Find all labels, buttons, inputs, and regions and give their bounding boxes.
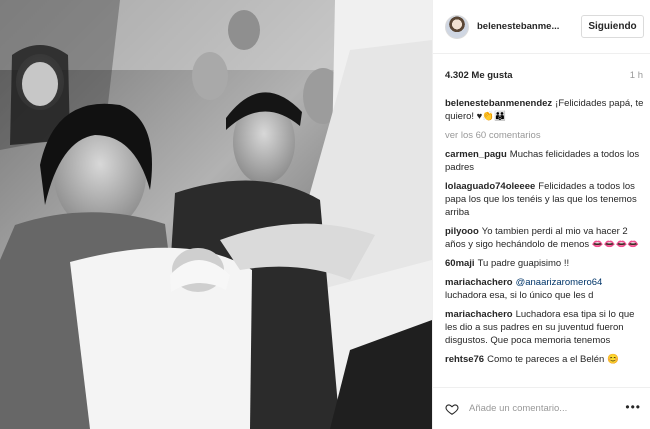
comment-username[interactable]: rehtse76 bbox=[445, 354, 484, 365]
comment-username[interactable]: 60maji bbox=[445, 258, 475, 269]
comment-footer: Añade un comentario... ••• bbox=[433, 387, 650, 429]
comment-username[interactable]: mariachachero bbox=[445, 277, 513, 288]
comment-item: 60maji Tu padre guapisimo !! bbox=[445, 257, 645, 270]
comments-list: belenestebanmenendez ¡Felicidades papá, t… bbox=[445, 97, 645, 372]
caption: belenestebanmenendez ¡Felicidades papá, t… bbox=[445, 97, 645, 123]
comment-text: Tu padre guapisimo !! bbox=[477, 258, 570, 269]
comment-username[interactable]: mariachachero bbox=[445, 309, 513, 320]
comment-item: mariachachero @anaarizaromero64 luchadora … bbox=[445, 276, 645, 302]
profile-username[interactable]: belenestebanme... bbox=[477, 21, 570, 32]
family-baptism-photo bbox=[0, 0, 432, 429]
comment-item: rehtse76 Como te pareces a el Belén 😊 bbox=[445, 353, 645, 366]
comment-item: carmen_pagu Muchas felicidades a todos lo… bbox=[445, 148, 645, 174]
post-photo[interactable] bbox=[0, 0, 432, 429]
post-header: belenestebanme... Siguiendo bbox=[433, 0, 650, 54]
following-button[interactable]: Siguiendo bbox=[581, 15, 644, 38]
add-comment-input[interactable]: Añade un comentario... bbox=[469, 403, 650, 414]
comment-text: luchadora esa, si lo único que les d bbox=[445, 290, 594, 301]
likes-count[interactable]: 4.302 Me gusta bbox=[445, 70, 513, 81]
comment-username[interactable]: pilyooo bbox=[445, 226, 479, 237]
avatar[interactable] bbox=[445, 14, 469, 39]
heart-icon[interactable] bbox=[445, 402, 459, 416]
comment-username[interactable]: carmen_pagu bbox=[445, 149, 507, 160]
comment-username[interactable]: belenestebanmenendez bbox=[445, 98, 552, 109]
comment-text: Como te pareces a el Belén 😊 bbox=[487, 354, 619, 365]
more-options-icon[interactable]: ••• bbox=[625, 400, 641, 414]
comment-item: pilyooo Yo tambien perdi al mio va hacer … bbox=[445, 225, 645, 251]
comment-username[interactable]: lolaaguado74oleeee bbox=[445, 181, 535, 192]
likes-row: 4.302 Me gusta 1 h bbox=[445, 70, 643, 81]
post-details-panel: belenestebanme... Siguiendo 4.302 Me gus… bbox=[432, 0, 650, 429]
comment-mention[interactable]: @anaarizaromero64 bbox=[516, 277, 603, 288]
comment-item: mariachachero Luchadora esa tipa si lo qu… bbox=[445, 308, 645, 347]
post-time: 1 h bbox=[629, 70, 643, 81]
view-all-comments-link[interactable]: ver los 60 comentarios bbox=[445, 129, 645, 142]
comment-item: lolaaguado74oleeee Felicidades a todos lo… bbox=[445, 180, 645, 219]
